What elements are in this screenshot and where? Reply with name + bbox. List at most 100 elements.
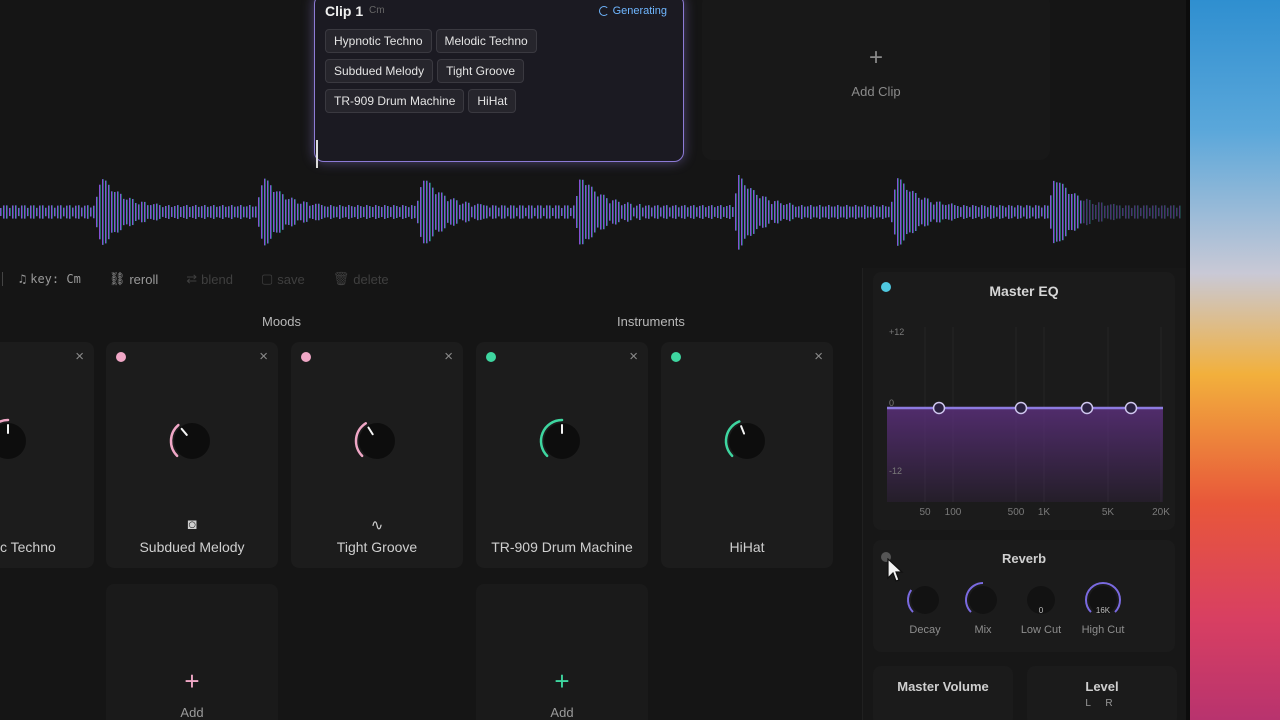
playhead[interactable] — [316, 140, 318, 168]
waveform-bar — [315, 203, 317, 221]
card-knob[interactable] — [723, 417, 771, 465]
waveform-bar — [819, 205, 821, 219]
waveform-bar — [192, 206, 194, 218]
waveform-bar — [228, 206, 230, 218]
clip-tag[interactable]: TR-909 Drum Machine — [325, 89, 465, 113]
add-instrument-button[interactable]: + Add — [476, 584, 648, 720]
card-toggle-dot[interactable] — [486, 352, 496, 362]
waveform-bar — [48, 205, 50, 219]
reverb-knob[interactable]: 16K High Cut — [1073, 580, 1133, 636]
instrument-card[interactable]: × TR-909 Drum Machine — [476, 342, 648, 568]
key-button[interactable]: ♫ key: Cm — [19, 272, 81, 286]
waveform-bar — [138, 204, 140, 220]
waveform-bar — [984, 205, 986, 219]
mood-card[interactable]: ×♫c Techno — [0, 342, 94, 568]
card-toggle-dot[interactable] — [116, 352, 126, 362]
add-clip-button[interactable]: + Add Clip — [702, 0, 1050, 160]
knob-dial[interactable]: 16K — [1083, 580, 1123, 620]
clip-tag[interactable]: Hypnotic Techno — [325, 29, 432, 53]
knob-label: Decay — [909, 624, 941, 636]
waveform[interactable] — [0, 175, 1190, 250]
waveform-bar — [714, 207, 716, 217]
waveform-bar — [342, 206, 344, 218]
eq-freq-label: 1K — [1038, 507, 1051, 518]
knob-dial[interactable] — [963, 580, 1003, 620]
card-knob[interactable] — [168, 417, 216, 465]
clip-tag[interactable]: Melodic Techno — [435, 29, 537, 53]
eq-graph[interactable]: +12 0 -12 50 100 500 1K 5K 20K — [873, 272, 1175, 530]
waveform-bar — [129, 197, 131, 227]
save-button[interactable]: ▢ save — [261, 271, 305, 287]
waveform-bar — [933, 204, 935, 220]
waveform-bar — [504, 205, 506, 219]
waveform-bar — [132, 198, 134, 226]
waveform-bar — [153, 204, 155, 220]
reroll-button[interactable]: ⛓ reroll — [109, 271, 158, 287]
waveform-bar — [252, 206, 254, 218]
mood-card[interactable]: × ∿ Tight Groove — [291, 342, 463, 568]
eq-band-handle[interactable] — [1014, 401, 1028, 415]
waveform-bar — [261, 185, 263, 239]
knob-dial[interactable] — [905, 580, 945, 620]
waveform-bar — [1077, 195, 1079, 229]
add-mood-button[interactable]: + Add — [106, 584, 278, 720]
eq-freq-label: 50 — [919, 507, 931, 518]
card-knob[interactable] — [538, 417, 586, 465]
clip-tag[interactable]: HiHat — [468, 89, 517, 113]
card-toggle-dot[interactable] — [671, 352, 681, 362]
blend-button[interactable]: ⇄ blend — [186, 271, 233, 287]
waveform-bar — [795, 206, 797, 218]
waveform-bar — [111, 191, 113, 233]
waveform-bar — [1161, 205, 1163, 219]
mood-card[interactable]: × ◙ Subdued Melody — [106, 342, 278, 568]
waveform-bar — [318, 203, 320, 221]
close-icon[interactable]: × — [629, 348, 638, 365]
clip-tag[interactable]: Subdued Melody — [325, 59, 434, 83]
waveform-bar — [579, 179, 581, 245]
clip-card[interactable]: Clip 1 Cm Generating Hypnotic Techno Melo… — [314, 0, 684, 162]
waveform-bar — [663, 205, 665, 219]
reverb-knob[interactable]: Mix — [953, 580, 1013, 636]
eq-band-handle[interactable] — [932, 401, 946, 415]
level-title: Level — [1085, 679, 1119, 694]
waveform-bar — [489, 207, 491, 217]
instrument-card[interactable]: × HiHat — [661, 342, 833, 568]
waveform-bar — [69, 205, 71, 219]
close-icon[interactable]: × — [814, 348, 823, 365]
waveform-bar — [972, 205, 974, 219]
waveform-bar — [648, 205, 650, 219]
card-knob[interactable] — [353, 417, 401, 465]
waveform-bar — [519, 205, 521, 219]
waveform-bar — [150, 205, 152, 219]
close-icon[interactable]: × — [259, 348, 268, 365]
waveform-bar — [939, 201, 941, 223]
waveform-bar — [1023, 207, 1025, 217]
waveform-bar — [840, 206, 842, 218]
waveform-bar — [738, 175, 740, 250]
close-icon[interactable]: × — [444, 348, 453, 365]
waveform-bar — [201, 206, 203, 218]
waveform-bar — [834, 206, 836, 218]
waveform-bar — [681, 205, 683, 219]
card-toggle-dot[interactable] — [301, 352, 311, 362]
waveform-bar — [918, 197, 920, 227]
waveform-bar — [726, 205, 728, 219]
eq-band-handle[interactable] — [1080, 401, 1094, 415]
waveform-bar — [750, 188, 752, 236]
clip-tag[interactable]: Tight Groove — [437, 59, 524, 83]
waveform-bar — [810, 205, 812, 219]
reverb-knob[interactable]: 0 Low Cut — [1011, 580, 1071, 636]
eq-band-handle[interactable] — [1124, 401, 1138, 415]
waveform-bar — [1116, 205, 1118, 219]
waveform-bar — [189, 206, 191, 218]
card-knob[interactable] — [0, 417, 32, 465]
knob-dial[interactable]: 0 — [1021, 580, 1061, 620]
waveform-bar — [240, 205, 242, 219]
waveform-bar — [561, 207, 563, 217]
waveform-bar — [675, 205, 677, 219]
waveform-bar — [450, 199, 452, 225]
reverb-knob[interactable]: Decay — [895, 580, 955, 636]
delete-button[interactable]: 🗑 delete — [333, 271, 389, 287]
waveform-bar — [1029, 205, 1031, 219]
close-icon[interactable]: × — [75, 348, 84, 365]
